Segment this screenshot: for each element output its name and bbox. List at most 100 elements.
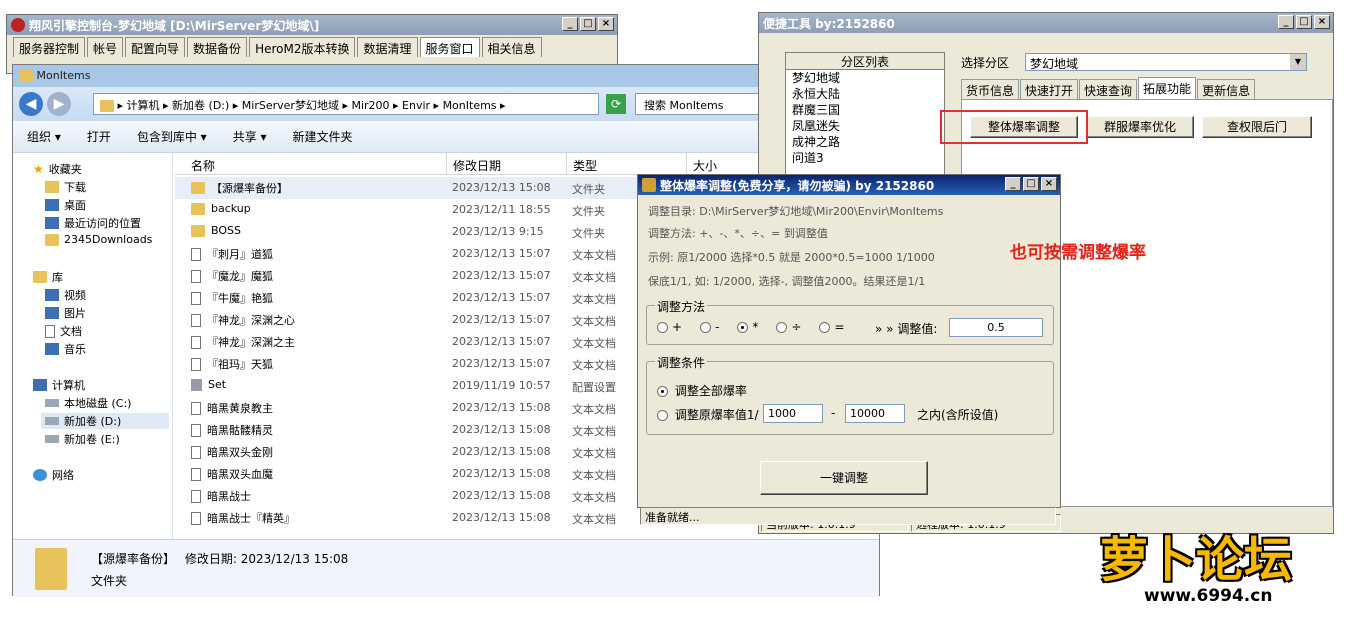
nav-item[interactable]: ★ 收藏夹 bbox=[29, 161, 169, 177]
nav-item[interactable]: 视频 bbox=[41, 287, 169, 303]
command-button[interactable]: 新建文件夹 bbox=[293, 128, 353, 145]
cond-range-radio[interactable] bbox=[657, 410, 668, 421]
group-item[interactable]: 梦幻地域 bbox=[786, 70, 944, 86]
nav-item[interactable]: 新加卷 (E:) bbox=[41, 431, 169, 447]
group-rate-optimize-button[interactable]: 群服爆率优化 bbox=[1086, 116, 1194, 138]
adjust-titlebar[interactable]: 整体爆率调整(免费分享，请勿被骗) by 2152860 _ □ × bbox=[638, 175, 1060, 195]
op-label: + bbox=[672, 320, 683, 334]
op-radio[interactable] bbox=[700, 322, 712, 333]
op-option[interactable]: + bbox=[657, 320, 682, 334]
console-tab[interactable]: 相关信息 bbox=[481, 37, 542, 57]
value-input[interactable]: 0.5 bbox=[949, 318, 1043, 337]
console-tab[interactable]: HeroM2版本转换 bbox=[249, 37, 356, 57]
range-from-input[interactable]: 1000 bbox=[763, 404, 823, 423]
op-radio[interactable] bbox=[819, 322, 831, 333]
file-name: 暗黑骷髅精灵 bbox=[207, 424, 273, 437]
tools-tab[interactable]: 快速打开 bbox=[1020, 79, 1079, 99]
op-option[interactable]: * bbox=[737, 320, 758, 334]
tools-tab[interactable]: 货币信息 bbox=[961, 79, 1020, 99]
folder-icon bbox=[191, 202, 205, 215]
column-date[interactable]: 修改日期 bbox=[447, 153, 567, 175]
one-click-adjust-button[interactable]: 一键调整 bbox=[760, 461, 928, 495]
tools-tab[interactable]: 更新信息 bbox=[1197, 79, 1256, 99]
close-icon[interactable]: × bbox=[598, 17, 614, 31]
text-file-icon bbox=[191, 489, 201, 503]
command-button[interactable]: 组织 ▾ bbox=[27, 128, 61, 145]
group-item[interactable]: 群魔三国 bbox=[786, 102, 944, 118]
file-type: 文本文档 bbox=[572, 315, 616, 328]
column-type[interactable]: 类型 bbox=[567, 153, 687, 175]
nav-item[interactable]: 网络 bbox=[29, 467, 169, 483]
forward-icon[interactable]: ▶ bbox=[47, 92, 71, 116]
star-icon: ★ bbox=[33, 162, 44, 176]
back-icon[interactable]: ◀ bbox=[19, 92, 43, 116]
command-button[interactable]: 打开 bbox=[87, 128, 111, 145]
address-path: ▸ 计算机 ▸ 新加卷 (D:) ▸ MirServer梦幻地域 ▸ Mir20… bbox=[117, 99, 506, 112]
adjust-dir: 调整目录: D:\MirServer梦幻地域\Mir200\Envir\MonI… bbox=[648, 205, 944, 218]
group-item[interactable]: 凤凰迷失 bbox=[786, 118, 944, 134]
op-option[interactable]: ÷ bbox=[776, 320, 801, 334]
nav-item[interactable]: 音乐 bbox=[41, 341, 169, 357]
check-backdoor-button[interactable]: 查权限后门 bbox=[1202, 116, 1312, 138]
file-date: 2023/12/13 15:07 bbox=[452, 269, 551, 282]
nav-item[interactable]: 计算机 bbox=[29, 377, 169, 393]
console-tab[interactable]: 帐号 bbox=[87, 37, 124, 57]
minimize-icon[interactable]: _ bbox=[562, 17, 578, 31]
nav-item[interactable]: 图片 bbox=[41, 305, 169, 321]
file-name: 『神龙』深渊之心 bbox=[207, 314, 295, 327]
tools-titlebar[interactable]: 便捷工具 by:2152860 _ □ × bbox=[759, 13, 1333, 33]
group-item[interactable]: 永恒大陆 bbox=[786, 86, 944, 102]
minimize-icon[interactable]: _ bbox=[1005, 177, 1021, 191]
group-select[interactable]: 梦幻地域 ▼ bbox=[1025, 53, 1307, 71]
nav-item[interactable]: 新加卷 (D:) bbox=[41, 413, 169, 429]
range-to-input[interactable]: 10000 bbox=[845, 404, 905, 423]
console-tab[interactable]: 服务窗口 bbox=[419, 37, 480, 57]
console-tab[interactable]: 服务器控制 bbox=[13, 37, 86, 57]
group-item[interactable]: 成神之路 bbox=[786, 134, 944, 150]
address-input[interactable]: ▸ 计算机 ▸ 新加卷 (D:) ▸ MirServer梦幻地域 ▸ Mir20… bbox=[93, 93, 599, 115]
nav-item-label: 2345Downloads bbox=[64, 233, 153, 246]
nav-item[interactable]: 本地磁盘 (C:) bbox=[41, 395, 169, 411]
maximize-icon[interactable]: □ bbox=[1023, 177, 1039, 191]
op-option[interactable]: - bbox=[700, 320, 719, 334]
group-item[interactable]: 问道3 bbox=[786, 150, 944, 166]
text-file-icon bbox=[191, 269, 201, 283]
group-list[interactable]: 分区列表 梦幻地域 永恒大陆 群魔三国 凤凰迷失 成神之路 问道3 bbox=[785, 52, 945, 192]
cond-all-radio[interactable] bbox=[657, 386, 668, 397]
file-name: backup bbox=[211, 202, 251, 215]
close-icon[interactable]: × bbox=[1314, 15, 1330, 29]
file-name: 『牛魔』艳狐 bbox=[207, 292, 273, 305]
close-icon[interactable]: × bbox=[1041, 177, 1057, 191]
op-radio[interactable] bbox=[737, 322, 749, 333]
console-tab[interactable]: 配置向导 bbox=[125, 37, 186, 57]
group-select-value: 梦幻地域 bbox=[1030, 57, 1079, 71]
tools-tab[interactable]: 拓展功能 bbox=[1138, 77, 1197, 99]
console-tab[interactable]: 数据清理 bbox=[357, 37, 418, 57]
nav-item[interactable]: 最近访问的位置 bbox=[41, 215, 169, 231]
nav-item[interactable]: 文档 bbox=[41, 323, 169, 339]
maximize-icon[interactable]: □ bbox=[1296, 15, 1312, 29]
op-radio[interactable] bbox=[776, 322, 788, 333]
file-date: 2023/12/11 18:55 bbox=[452, 203, 551, 216]
op-option[interactable]: = bbox=[819, 320, 845, 334]
search-input[interactable]: 搜索 MonItems bbox=[635, 93, 765, 115]
nav-item[interactable]: 库 bbox=[29, 269, 169, 285]
nav-item[interactable]: 2345Downloads bbox=[41, 233, 169, 246]
nav-item[interactable]: 下载 bbox=[41, 179, 169, 195]
op-radio[interactable] bbox=[657, 322, 668, 333]
command-button[interactable]: 包含到库中 ▾ bbox=[137, 128, 207, 145]
explorer-title[interactable]: MonItems bbox=[13, 65, 879, 87]
console-tab[interactable]: 数据备份 bbox=[187, 37, 248, 57]
maximize-icon[interactable]: □ bbox=[580, 17, 596, 31]
folder-icon bbox=[191, 182, 205, 194]
nav-item[interactable]: 桌面 bbox=[41, 197, 169, 213]
column-name[interactable]: 名称 bbox=[175, 153, 447, 175]
desktop-icon bbox=[45, 199, 59, 211]
chevron-down-icon[interactable]: ▼ bbox=[1290, 54, 1306, 70]
refresh-icon[interactable]: ⟳ bbox=[606, 94, 626, 114]
command-button[interactable]: 共享 ▾ bbox=[233, 128, 267, 145]
tools-tab[interactable]: 快速查询 bbox=[1079, 79, 1138, 99]
nav-item-label: 最近访问的位置 bbox=[64, 217, 141, 230]
console-titlebar[interactable]: 翔风引擎控制台-梦幻地域 [D:\MirServer梦幻地域\] _ □ × bbox=[7, 15, 617, 35]
minimize-icon[interactable]: _ bbox=[1278, 15, 1294, 29]
